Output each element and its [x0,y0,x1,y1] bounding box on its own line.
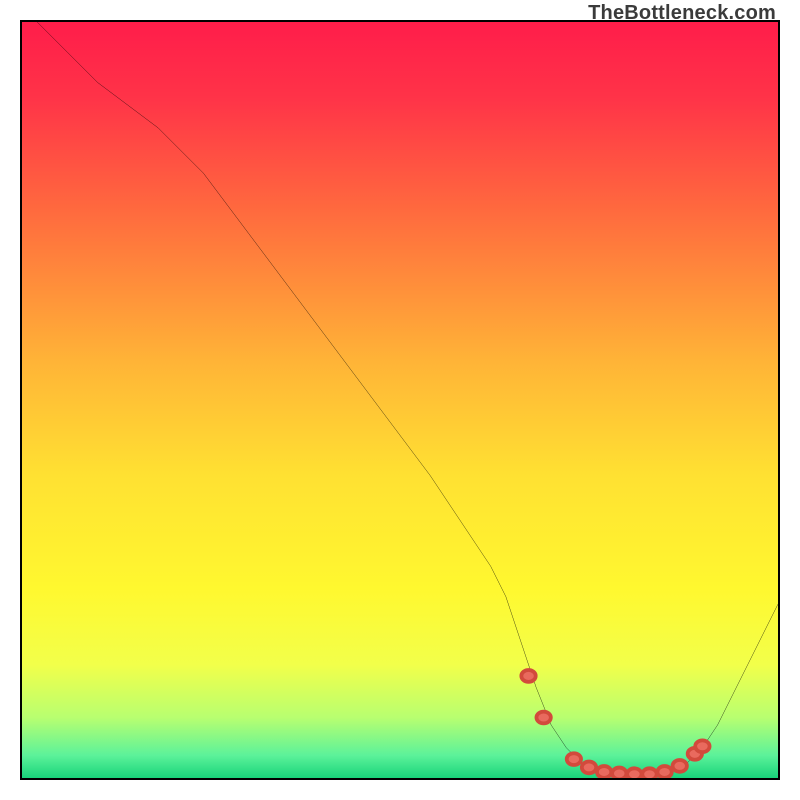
chart-container: TheBottleneck.com [0,0,800,800]
highlight-marker [567,753,581,765]
highlight-marker [673,760,687,772]
bottleneck-curve [37,22,778,774]
highlight-marker [597,766,611,778]
plot-area [20,20,780,780]
highlight-marker [627,768,641,778]
highlight-marker [521,670,535,682]
highlight-marker [612,768,626,778]
marker-group [521,670,709,778]
highlight-marker [695,740,709,752]
curve-layer [22,22,778,778]
highlight-marker [582,762,596,774]
highlight-marker [536,712,550,724]
highlight-marker [642,768,656,778]
highlight-marker [657,766,671,778]
